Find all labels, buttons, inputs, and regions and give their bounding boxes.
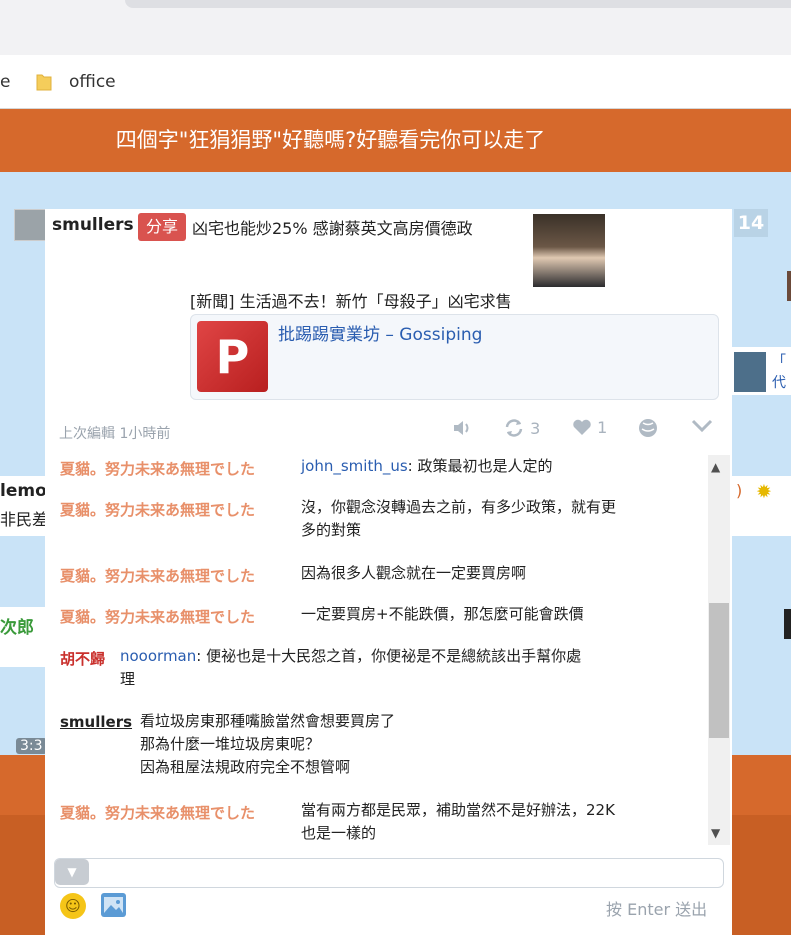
edit-info: 上次編輯 1小時前 <box>59 426 171 442</box>
background-decoration: ) <box>736 481 743 500</box>
background-text: lemo <box>0 481 47 501</box>
collapse-button[interactable]: ▼ <box>55 859 89 885</box>
comment-input[interactable] <box>54 858 724 888</box>
bookmarks-bar: e office <box>0 55 791 109</box>
comment-text: 因為很多人觀念就在一定要買房啊 <box>301 564 527 582</box>
folder-icon <box>36 74 52 91</box>
share-button[interactable]: 3 <box>503 418 540 442</box>
comment-author[interactable]: 夏貓。努力未来あ無理でした <box>60 458 255 479</box>
comment-author[interactable]: smullers <box>60 713 132 731</box>
send-hint: 按 Enter 送出 <box>606 900 708 919</box>
comment-text: 一定要買房+不能跌價，那怎麼可能會跌價 <box>301 605 584 623</box>
emoji-icon[interactable]: ☺ <box>60 893 86 919</box>
bookmark-item-partial[interactable]: e <box>0 72 10 92</box>
page-banner-title[interactable]: 四個字"狂狷狷野"好聽嗎?好聽看完你可以走了 <box>0 109 791 172</box>
speaker-icon[interactable] <box>452 418 472 442</box>
share-badge: 分享 <box>138 213 186 241</box>
comment-text: john_smith_us: 政策最初也是人定的 <box>301 457 553 475</box>
site-logo-icon: P <box>197 321 268 392</box>
scroll-down-icon[interactable]: ▼ <box>711 826 720 840</box>
image-upload-icon[interactable] <box>101 893 126 917</box>
repost-icon <box>505 419 523 437</box>
share-count: 3 <box>530 419 541 438</box>
avatar[interactable] <box>14 209 46 241</box>
comment-author[interactable]: 夏貓。努力未来あ無理でした <box>60 565 255 586</box>
comment-text: 看垃圾房東那種嘴臉當然會想要買房了 那為什麼一堆垃圾房東呢？ 因為租屋法規政府完全不… <box>140 712 396 776</box>
background-decoration <box>784 609 791 639</box>
svg-text:P: P <box>216 330 250 384</box>
comment-author[interactable]: 夏貓。努力未来あ無理でした <box>60 802 255 823</box>
comment-author[interactable]: 胡不歸 <box>60 648 105 669</box>
address-bar[interactable] <box>125 0 791 8</box>
comment-text: 沒，你觀念沒轉過去之前，有多少政策，就有更 多的對策 <box>301 498 617 539</box>
scroll-up-icon[interactable]: ▲ <box>711 460 720 474</box>
background-text: 非民差 <box>0 510 49 529</box>
comment-text: nooorman: 便祕也是十大民怨之首，你便祕是不是總統該出手幫你處理 <box>120 647 582 688</box>
comment-author[interactable]: 夏貓。努力未来あ無理でした <box>60 606 255 627</box>
comment-text: 當有兩方都是民眾，補助當然不是好辦法，22K 也是一樣的 <box>301 801 615 842</box>
like-count: 1 <box>597 418 608 437</box>
comment-author[interactable]: 夏貓。努力未来あ無理でした <box>60 499 255 520</box>
link-preview-title[interactable]: 批踢踢實業坊 – Gossiping <box>278 320 482 345</box>
post-news-title: [新聞] 生活過不去！新竹「母殺子」凶宅求售 <box>190 292 512 311</box>
privacy-icon[interactable] <box>638 418 658 442</box>
background-text: 「代 <box>772 354 786 391</box>
chevron-down-icon: ▼ <box>67 865 77 879</box>
comments-list[interactable]: 夏貓。努力未来あ無理でした john_smith_us: 政策最初也是人定的 夏… <box>45 455 732 845</box>
bookmark-item-office[interactable]: office <box>69 72 116 92</box>
chevron-down-icon[interactable] <box>691 418 713 437</box>
heart-icon <box>573 419 591 435</box>
scrollbar-thumb[interactable] <box>709 603 729 738</box>
comment-mention[interactable]: john_smith_us <box>301 457 408 475</box>
post-author[interactable]: smullers <box>52 215 134 235</box>
post-thumbnail[interactable] <box>533 214 605 287</box>
like-button[interactable]: 1 <box>572 418 607 440</box>
background-thumbnail <box>734 352 766 392</box>
background-decoration <box>787 271 791 301</box>
background-timestamp: 3:3 <box>16 738 47 754</box>
sun-icon: ✹ <box>756 481 772 503</box>
browser-tabstrip <box>0 0 791 55</box>
post-text: 凶宅也能炒25% 感謝蔡英文高房價德政 <box>192 219 473 238</box>
background-text: 次郎 <box>0 618 34 638</box>
background-badge: 14 <box>734 209 768 237</box>
comment-mention[interactable]: nooorman <box>120 647 196 665</box>
